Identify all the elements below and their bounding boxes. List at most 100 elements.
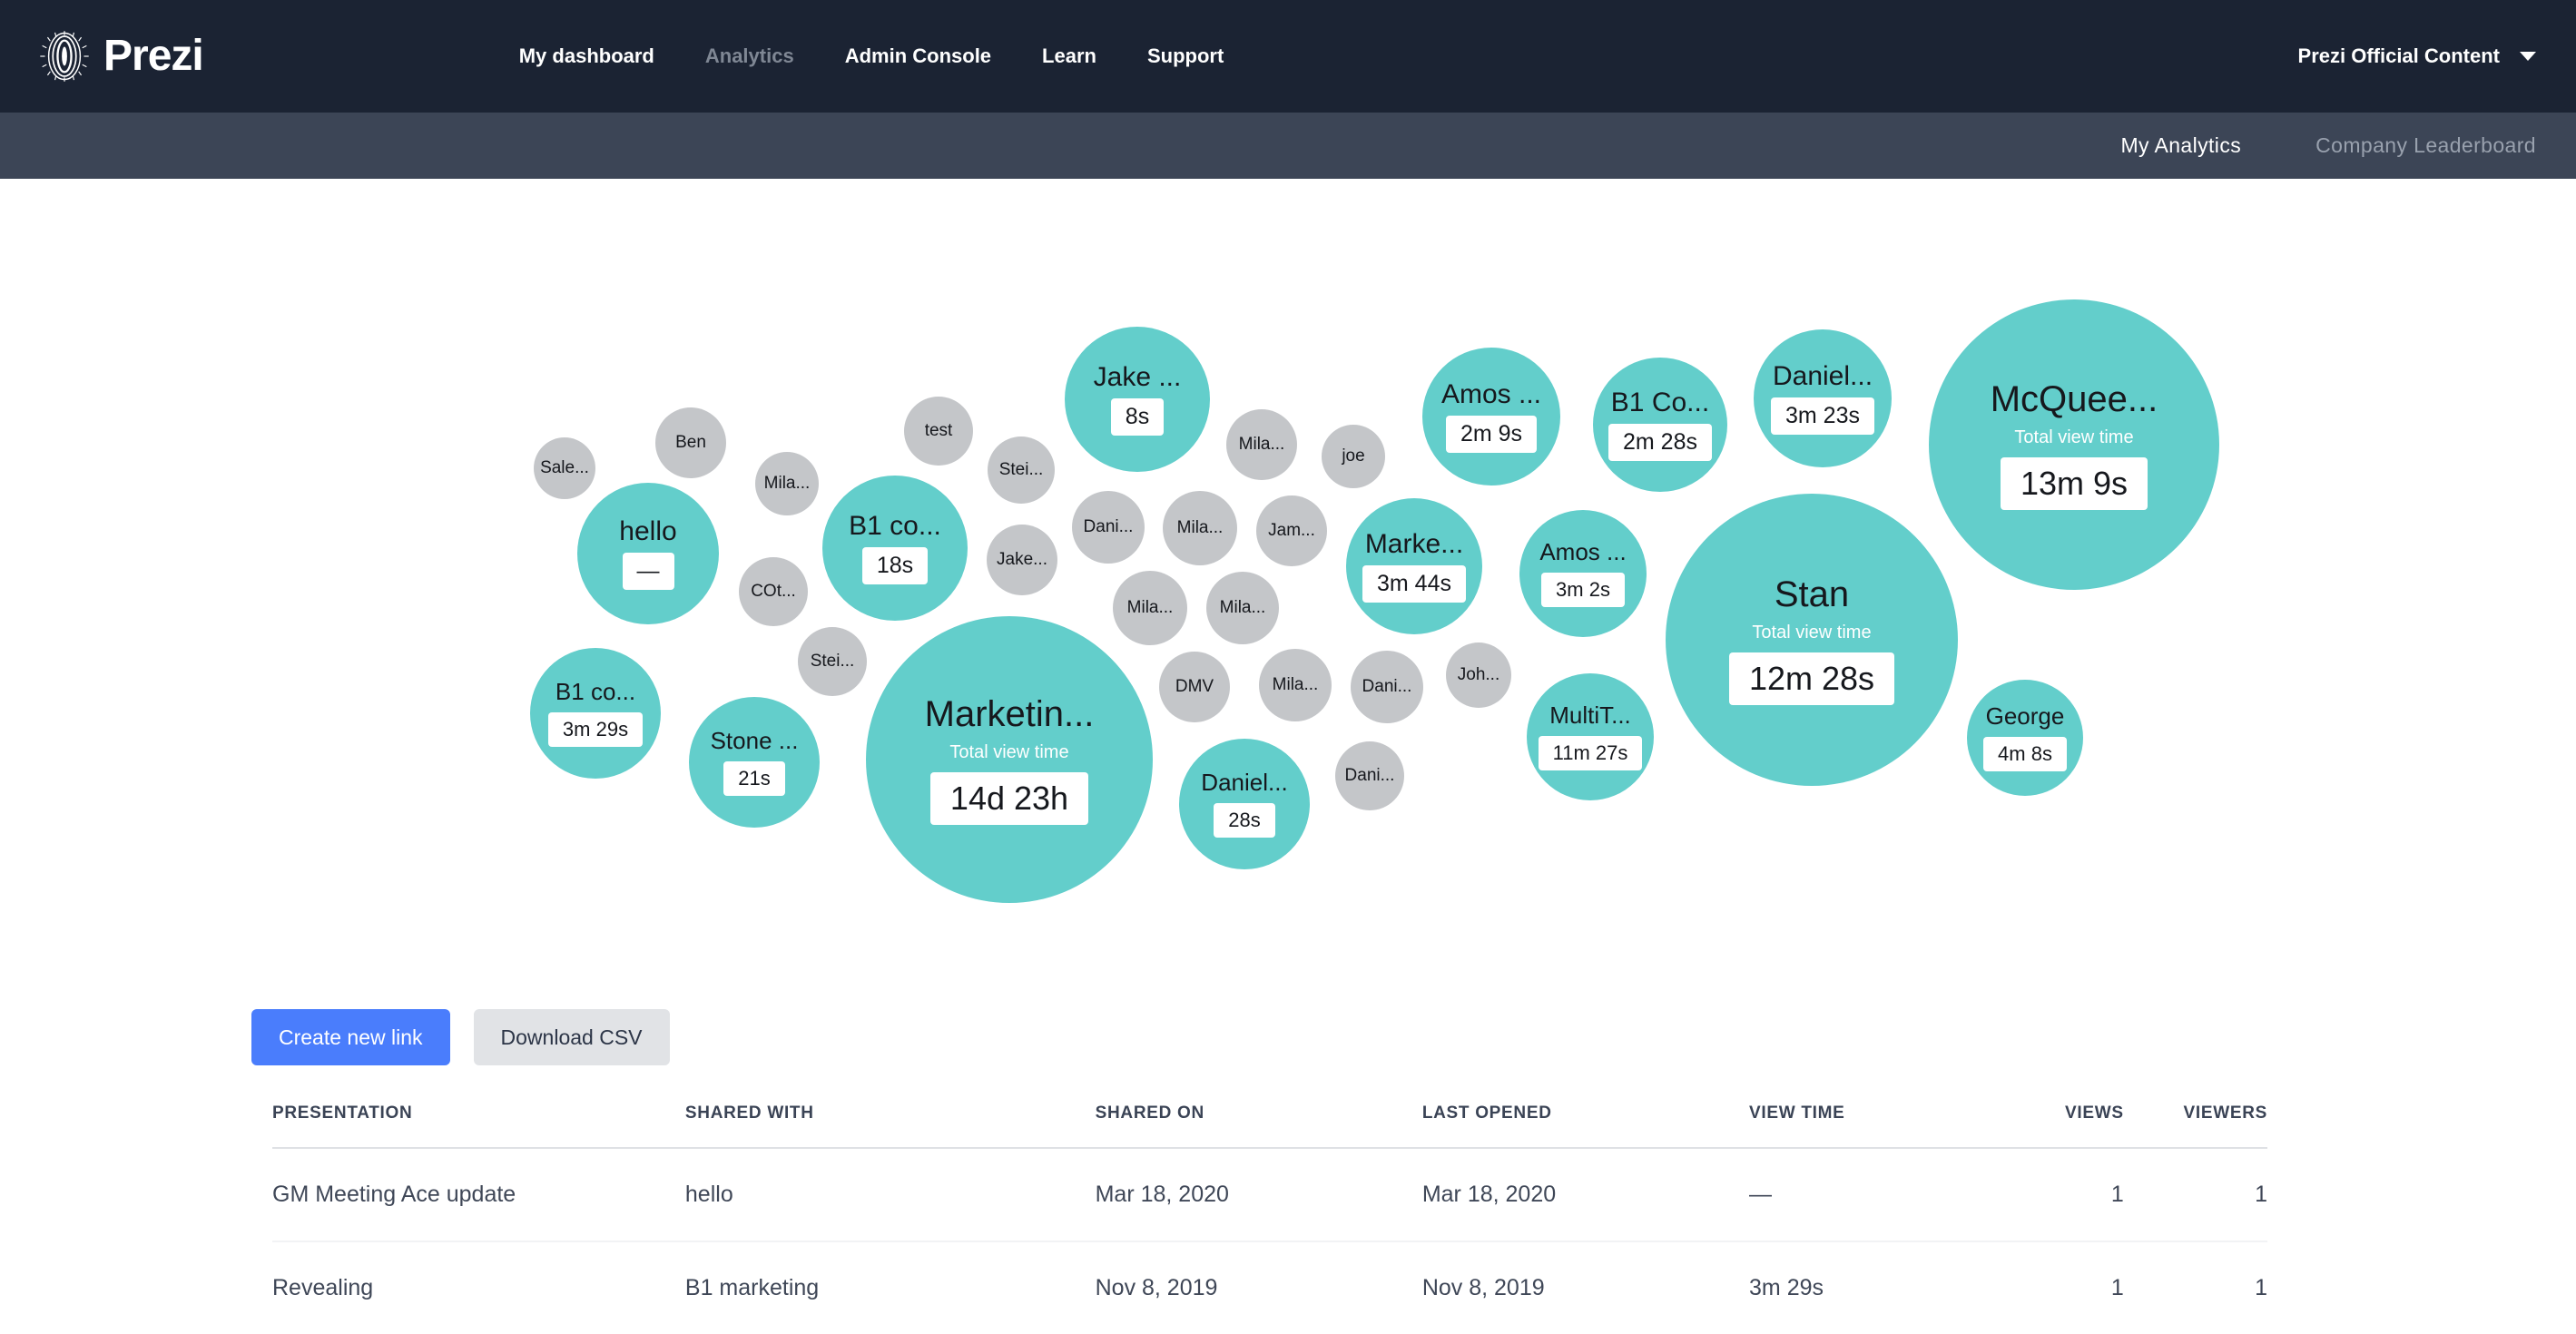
- bubble-mila-16[interactable]: Mila...: [1259, 649, 1332, 721]
- bubble-value: 2m 9s: [1446, 416, 1537, 453]
- bubble-stei-12[interactable]: Stei...: [798, 627, 867, 696]
- bubble-joe-6[interactable]: joe: [1322, 425, 1385, 488]
- column-header-last-opened[interactable]: LAST OPENED: [1422, 1103, 1749, 1148]
- bubble-sublabel: Total view time: [949, 742, 1068, 763]
- bubble-b1-co-24[interactable]: B1 Co...2m 28s: [1593, 358, 1727, 492]
- column-header-presentation[interactable]: PRESENTATION: [272, 1103, 685, 1148]
- bubble-jake-11[interactable]: Jake...: [987, 525, 1057, 595]
- bubble-label: Dani...: [1342, 767, 1399, 785]
- bubble-label: Sale...: [536, 459, 593, 477]
- nav-item-admin-console[interactable]: Admin Console: [845, 44, 991, 68]
- cell-shared-on: Nov 8, 2019: [1096, 1241, 1422, 1334]
- tab-my-analytics[interactable]: My Analytics: [2121, 133, 2242, 158]
- table-toolbar: Create new link Download CSV: [251, 1009, 670, 1065]
- brand-name: Prezi: [103, 34, 203, 78]
- table-row[interactable]: GM Meeting Ace update hello Mar 18, 2020…: [272, 1148, 2267, 1241]
- bubble-label: Jake...: [993, 551, 1051, 569]
- bubble-label: Jake ...: [1090, 363, 1185, 392]
- bubble-joh-18[interactable]: Joh...: [1446, 642, 1511, 708]
- bubble-amos-28[interactable]: Amos ...3m 2s: [1519, 510, 1647, 637]
- column-header-view-time[interactable]: VIEW TIME: [1749, 1103, 1990, 1148]
- bubble-label: Stei...: [996, 461, 1047, 479]
- bubble-mila-2[interactable]: Mila...: [755, 452, 819, 515]
- bubble-marke-27[interactable]: Marke...3m 44s: [1346, 498, 1482, 634]
- cell-view-time: 3m 29s: [1749, 1241, 1990, 1334]
- bubble-mila-9[interactable]: Mila...: [1163, 491, 1237, 565]
- bubble-value: 12m 28s: [1729, 652, 1894, 705]
- bubble-stei-4[interactable]: Stei...: [988, 436, 1055, 504]
- table-header-row: PRESENTATION SHARED WITH SHARED ON LAST …: [272, 1103, 2267, 1148]
- column-header-shared-on[interactable]: SHARED ON: [1096, 1103, 1422, 1148]
- bubble-label: McQuee...: [1987, 380, 2162, 418]
- bubble-label: hello: [615, 517, 680, 546]
- nav-item-support[interactable]: Support: [1147, 44, 1224, 68]
- bubble-value: 3m 29s: [548, 712, 643, 747]
- bubble-dani-8[interactable]: Dani...: [1072, 491, 1145, 564]
- table-body: GM Meeting Ace update hello Mar 18, 2020…: [272, 1148, 2267, 1334]
- bubble-label: test: [921, 422, 957, 440]
- bubble-dmv-15[interactable]: DMV: [1159, 652, 1230, 722]
- nav-item-analytics[interactable]: Analytics: [705, 44, 794, 68]
- bubble-cot-7[interactable]: COt...: [739, 557, 808, 626]
- bubble-mcquee-26[interactable]: McQuee...Total view time13m 9s: [1929, 299, 2219, 590]
- bubble-label: Daniel...: [1197, 770, 1291, 795]
- bubble-label: Amos ...: [1536, 540, 1629, 564]
- bubble-label: B1 Co...: [1608, 388, 1713, 417]
- column-header-shared-with[interactable]: SHARED WITH: [685, 1103, 1096, 1148]
- download-csv-button[interactable]: Download CSV: [474, 1009, 670, 1065]
- bubble-label: Daniel...: [1769, 362, 1876, 391]
- bubble-label: Marketin...: [921, 695, 1098, 733]
- bubble-sublabel: Total view time: [1752, 623, 1871, 643]
- bubble-marketin-32[interactable]: Marketin...Total view time14d 23h: [866, 616, 1153, 903]
- brand-logo[interactable]: Prezi: [38, 30, 203, 83]
- tab-company-leaderboard[interactable]: Company Leaderboard: [2315, 133, 2536, 158]
- column-header-viewers[interactable]: VIEWERS: [2124, 1103, 2267, 1148]
- bubble-b1-co-30[interactable]: B1 co... 3m 29s: [530, 648, 661, 779]
- create-new-link-button[interactable]: Create new link: [251, 1009, 450, 1065]
- bubble-ben-1[interactable]: Ben: [655, 407, 726, 478]
- bubble-mila-5[interactable]: Mila...: [1226, 409, 1297, 480]
- bubble-label: George: [1982, 704, 2069, 729]
- bubble-daniel-25[interactable]: Daniel... 3m 23s: [1754, 329, 1892, 467]
- bubble-label: Mila...: [1174, 519, 1227, 537]
- bubble-sale-0[interactable]: Sale...: [534, 437, 595, 499]
- column-header-views[interactable]: VIEWS: [1990, 1103, 2124, 1148]
- bubble-b1-co-21[interactable]: B1 co...18s: [822, 476, 968, 621]
- bubble-stan-29[interactable]: StanTotal view time12m 28s: [1666, 494, 1958, 786]
- cell-views: 1: [1990, 1148, 2124, 1241]
- bubble-value: 28s: [1214, 803, 1274, 838]
- main-nav: My dashboard Analytics Admin Console Lea…: [519, 44, 1224, 68]
- bubble-daniel-33[interactable]: Daniel... 28s: [1179, 739, 1310, 869]
- bubble-stone-31[interactable]: Stone ... 21s: [689, 697, 820, 828]
- bubble-mila-14[interactable]: Mila...: [1206, 572, 1279, 644]
- bubble-amos-23[interactable]: Amos ...2m 9s: [1422, 348, 1560, 486]
- bubble-value: 4m 8s: [1983, 737, 2067, 771]
- bubble-test-3[interactable]: test: [904, 397, 973, 466]
- bubble-value: 21s: [723, 761, 784, 796]
- bubble-jake-22[interactable]: Jake ...8s: [1065, 327, 1210, 472]
- bubble-label: Ben: [672, 434, 710, 452]
- bubble-dani-19[interactable]: Dani...: [1335, 741, 1404, 810]
- account-menu[interactable]: Prezi Official Content: [2298, 44, 2536, 68]
- cell-last-opened: Mar 18, 2020: [1422, 1148, 1749, 1241]
- bubble-label: Stone ...: [707, 729, 802, 753]
- bubble-value: 11m 27s: [1539, 736, 1643, 770]
- cell-presentation: Revealing: [272, 1241, 685, 1334]
- bubble-george-35[interactable]: George 4m 8s: [1967, 680, 2083, 796]
- bubble-hello-20[interactable]: hello—: [577, 483, 719, 624]
- table-row[interactable]: Revealing B1 marketing Nov 8, 2019 Nov 8…: [272, 1241, 2267, 1334]
- bubble-jam-10[interactable]: Jam...: [1256, 495, 1327, 566]
- nav-item-my-dashboard[interactable]: My dashboard: [519, 44, 654, 68]
- bubble-value: 3m 23s: [1771, 397, 1874, 435]
- bubble-multit-34[interactable]: MultiT...11m 27s: [1527, 673, 1654, 800]
- nav-item-learn[interactable]: Learn: [1042, 44, 1096, 68]
- account-name: Prezi Official Content: [2298, 44, 2500, 68]
- bubble-label: Mila...: [1124, 599, 1177, 617]
- bubble-label: DMV: [1172, 678, 1217, 696]
- bubble-label: B1 co...: [552, 680, 639, 704]
- cell-shared-with: hello: [685, 1148, 1096, 1241]
- bubble-label: joe: [1338, 447, 1368, 466]
- bubble-mila-13[interactable]: Mila...: [1113, 571, 1187, 645]
- bubble-dani-17[interactable]: Dani...: [1351, 651, 1423, 723]
- bubble-chart: Sale... Ben Mila... test Stei... Mila... joe CO…: [0, 179, 2576, 968]
